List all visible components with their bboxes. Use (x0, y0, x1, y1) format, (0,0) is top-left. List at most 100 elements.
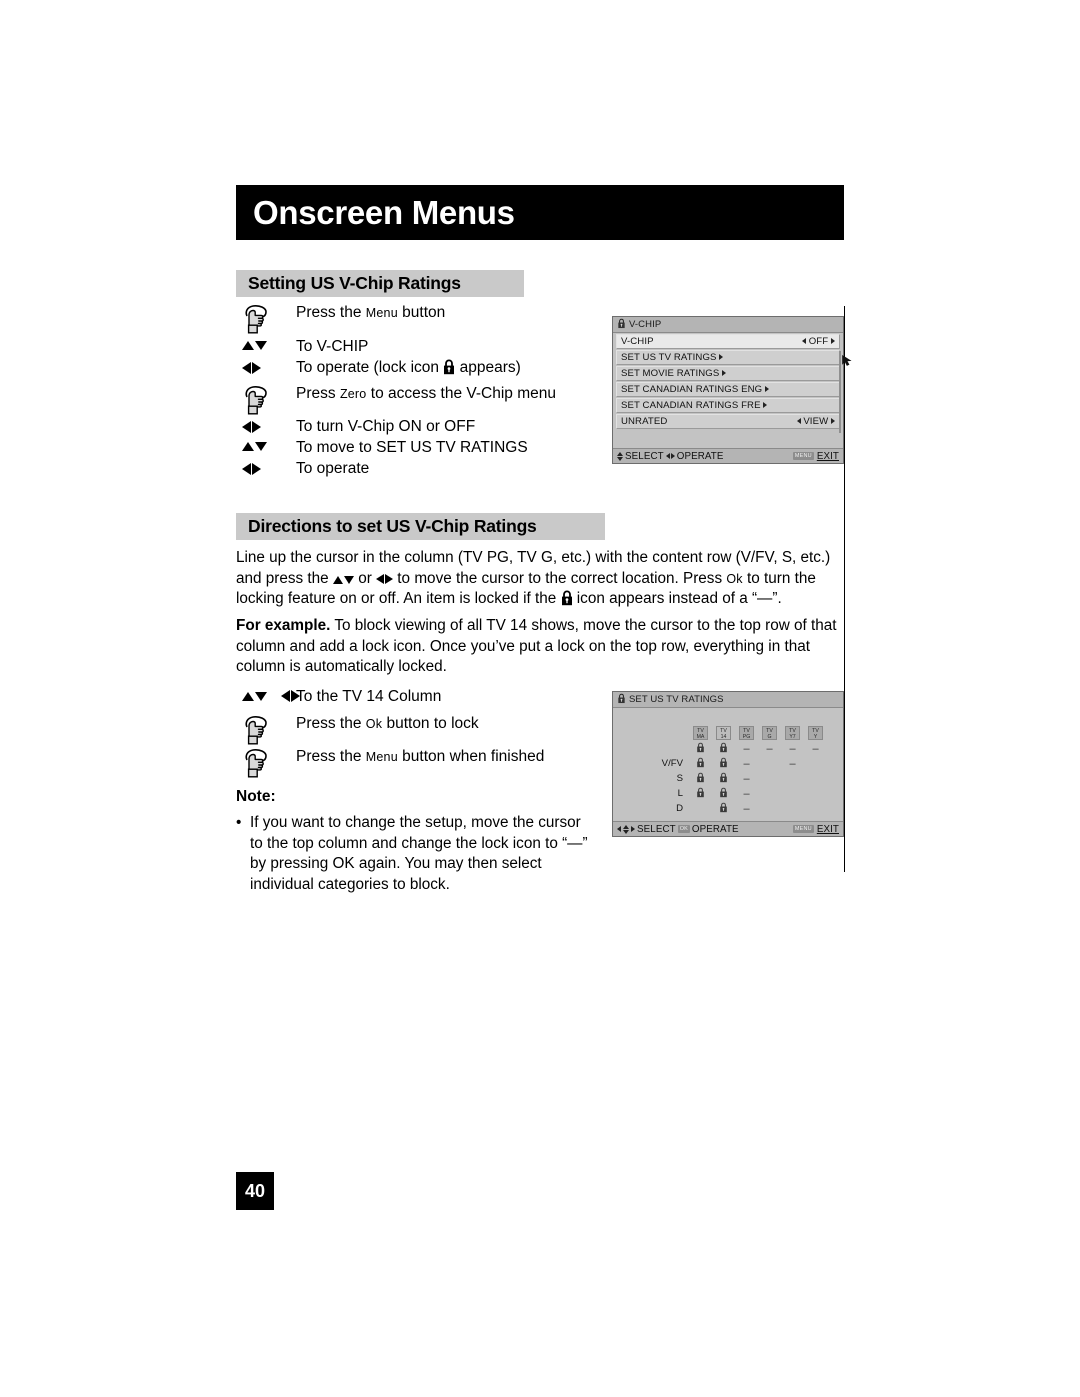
directions-text-b: or (353, 569, 377, 587)
up-down-arrows-icon (617, 451, 623, 461)
ratings-cell[interactable]: – (735, 801, 758, 816)
step-text: To the TV 14 Column (296, 688, 442, 705)
bullet-icon: • (236, 814, 242, 831)
osd-row-vchip[interactable]: V-CHIP OFF (616, 334, 840, 349)
step-move-to-us-tv-ratings: To move to SET US TV RATINGS (236, 438, 556, 459)
ratings-row-label (649, 726, 689, 741)
step-press-menu: Press the Menu button (236, 303, 556, 337)
steps-list-top: Press the Menu button To V-CHIP To opera… (236, 303, 556, 480)
osd-footer-exit-label: EXIT (816, 450, 839, 462)
up-down-arrows-icon (236, 438, 296, 451)
ratings-cell (781, 786, 804, 801)
left-right-arrows-icon (236, 459, 296, 475)
dash-glyph: – (766, 742, 773, 755)
osd-ratings-title-label: SET US TV RATINGS (629, 694, 724, 705)
step-turn-onoff: To turn V-Chip ON or OFF (236, 417, 556, 438)
section-heading-directions-label: Directions to set US V-Chip Ratings (248, 516, 537, 536)
osd-set-us-tv-ratings-menu: SET US TV RATINGS TV MA TV 14 TV PG TV G TV Y… (612, 691, 844, 837)
osd-row-set-canadian-ratings-eng[interactable]: SET CANADIAN RATINGS ENG (616, 382, 840, 397)
note-body: • If you want to change the setup, move … (236, 813, 596, 895)
ratings-cell[interactable]: – (735, 786, 758, 801)
ratings-header-row: TV MA TV 14 TV PG TV G TV Y7 TV Y (649, 726, 827, 741)
dash-glyph: – (789, 757, 796, 770)
osd-vchip-title-label: V-CHIP (629, 319, 662, 330)
page-title: Onscreen Menus (253, 193, 515, 231)
step-press-ok-lock: Press the Ok button to lock (236, 714, 544, 747)
chapter-banner: Onscreen Menus (236, 185, 844, 240)
dash-glyph: – (743, 772, 750, 785)
right-arrow-icon (631, 826, 635, 832)
ratings-table: TV MA TV 14 TV PG TV G TV Y7 TV Y – – – – V/FV – – S –… (649, 726, 827, 816)
ratings-cell[interactable] (712, 801, 735, 816)
ratings-cell[interactable]: – (781, 756, 804, 771)
ratings-cell[interactable] (689, 771, 712, 786)
example-label: For example. (236, 617, 331, 634)
osd-scrollbar[interactable] (839, 351, 841, 433)
ratings-col-header: TV PG (735, 726, 758, 741)
ratings-row-label: S (676, 773, 683, 784)
ratings-rows: – – – – V/FV – – S – L – D – (649, 741, 827, 816)
lock-icon (444, 359, 455, 375)
osd-row-set-us-tv-ratings[interactable]: SET US TV RATINGS (616, 350, 840, 365)
ratings-col-header: TV Y7 (781, 726, 804, 741)
osd-row-value: OFF (801, 336, 839, 347)
left-right-arrows-icon (665, 453, 675, 459)
ratings-cell[interactable] (689, 741, 712, 756)
osd-row-label: SET CANADIAN RATINGS FRE (617, 400, 839, 411)
step-text: Press the Ok button to lock (296, 715, 479, 732)
hand-press-icon (236, 714, 296, 746)
ratings-cell (781, 771, 804, 786)
left-arrow-icon (617, 826, 621, 832)
page-number: 40 (236, 1172, 274, 1210)
osd-row-value: VIEW (796, 416, 839, 427)
menu-key-icon: MENU (792, 452, 814, 460)
step-to-operate-lock: To operate (lock icon appears) (236, 358, 556, 384)
ratings-cell (689, 801, 712, 816)
step-text: Press the Menu button when finished (296, 748, 545, 765)
osd-row-set-movie-ratings[interactable]: SET MOVIE RATINGS (616, 366, 840, 381)
ratings-cell[interactable]: – (758, 741, 781, 756)
section-heading-setting: Setting US V-Chip Ratings (236, 270, 524, 297)
ratings-cell[interactable] (712, 771, 735, 786)
osd-row-label: SET CANADIAN RATINGS ENG (617, 384, 839, 395)
up-down-arrows-icon (332, 575, 354, 584)
up-down-arrows-icon (236, 337, 296, 350)
dash-glyph: – (743, 802, 750, 815)
ratings-row-label (649, 741, 689, 756)
ok-key-icon: OK (677, 825, 690, 833)
hand-press-icon (236, 747, 296, 779)
ratings-cell[interactable]: – (735, 741, 758, 756)
ratings-row: L – (649, 786, 827, 801)
osd-vchip-titlebar: V-CHIP (613, 317, 843, 333)
section-heading-setting-label: Setting US V-Chip Ratings (248, 273, 461, 293)
ratings-row-label: L (677, 788, 683, 799)
ratings-cell[interactable] (689, 756, 712, 771)
osd-row-set-canadian-ratings-fre[interactable]: SET CANADIAN RATINGS FRE (616, 398, 840, 413)
step-to-operate: To operate (236, 459, 556, 480)
ratings-grid: TV MA TV 14 TV PG TV G TV Y7 TV Y – – – – V/FV – – S –… (613, 726, 843, 816)
ratings-cell (781, 801, 804, 816)
ratings-cell[interactable]: – (735, 756, 758, 771)
osd-vchip-body: V-CHIP OFF SET US TV RATINGS SET MOVIE R… (613, 334, 852, 433)
ratings-cell[interactable]: – (735, 771, 758, 786)
dash-glyph: – (743, 742, 750, 755)
dash-glyph: – (812, 742, 819, 755)
steps-list-bottom: To the TV 14 Column Press the Ok button … (236, 687, 544, 780)
ratings-cell[interactable] (689, 786, 712, 801)
ratings-col-header: TV Y (804, 726, 827, 741)
column-divider-rule (844, 306, 845, 872)
ratings-cell[interactable] (712, 741, 735, 756)
directions-text-c: to move the cursor to the correct locati… (393, 569, 727, 587)
osd-footer-select-label: SELECT (625, 450, 664, 462)
ratings-col-header: TV 14 (712, 726, 735, 741)
osd-row-unrated[interactable]: UNRATED VIEW (616, 414, 840, 429)
ratings-row: V/FV – – (649, 756, 827, 771)
left-right-arrows-icon (376, 573, 394, 584)
example-paragraph: For example. To block viewing of all TV … (236, 616, 844, 678)
step-text: To operate (lock icon appears) (296, 359, 521, 376)
osd-row-label: SET MOVIE RATINGS (617, 368, 839, 379)
ratings-cell[interactable] (712, 756, 735, 771)
ratings-cell[interactable] (712, 786, 735, 801)
ratings-cell[interactable]: – (804, 741, 827, 756)
ratings-cell[interactable]: – (781, 741, 804, 756)
